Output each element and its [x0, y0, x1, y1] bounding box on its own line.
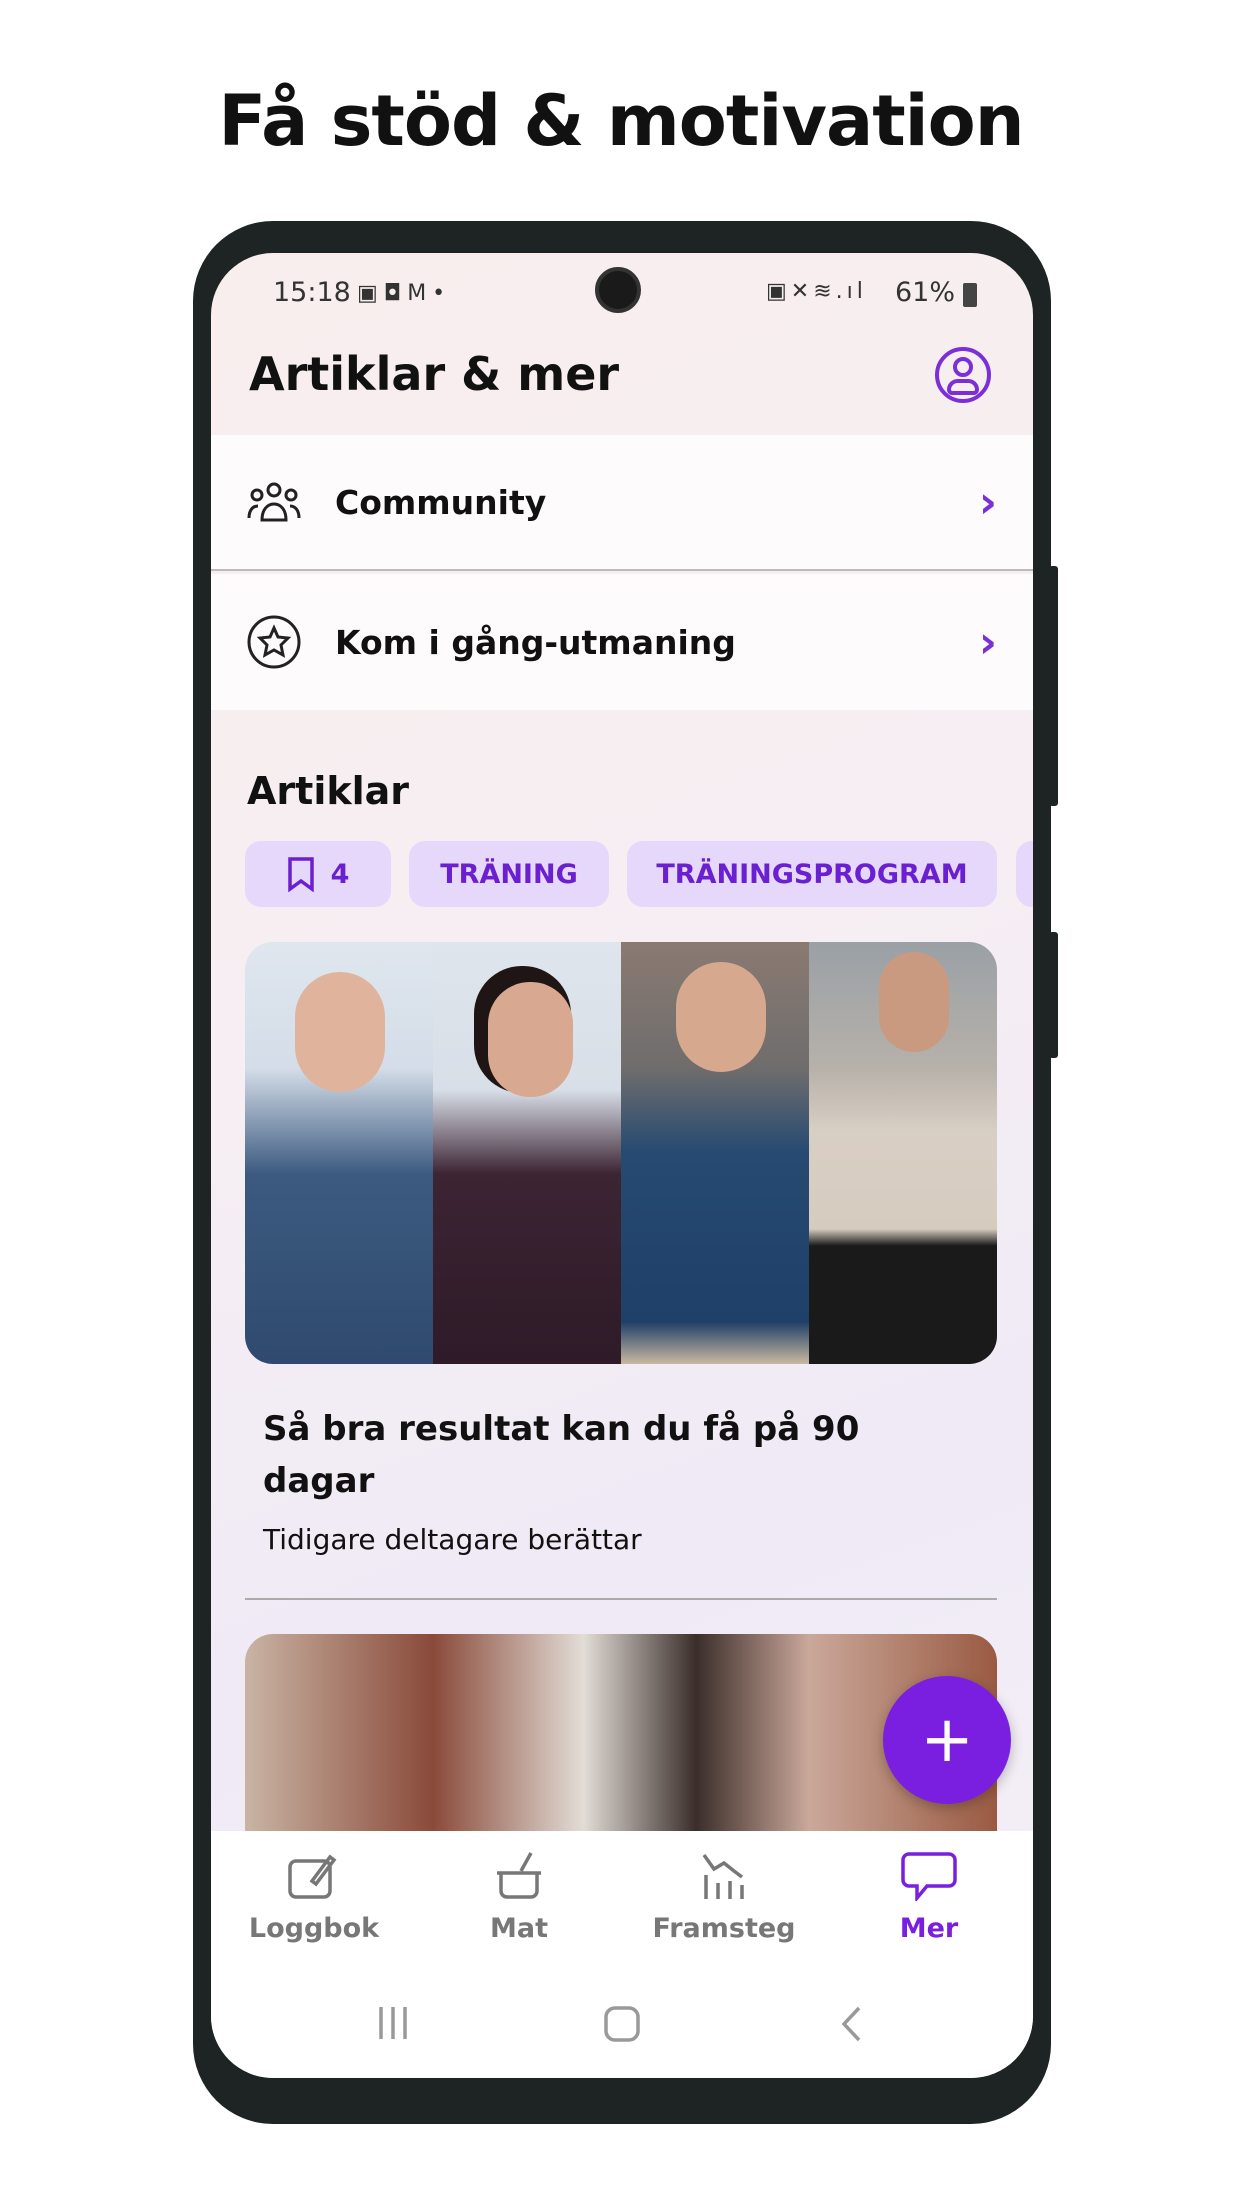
menu-item-label: Community: [335, 482, 547, 522]
battery-level: 61%: [895, 277, 956, 308]
chip-label: TRÄNINGSPROGRAM: [656, 858, 968, 890]
system-icons: ▣✕≋.ıl: [766, 279, 867, 304]
screen: 15:18 ▣◘Ⅿ• ▣✕≋.ıl 61% Artiklar & mer Com…: [211, 253, 1033, 2078]
nav-label: Framsteg: [652, 1913, 796, 1944]
chat-bubble-icon: [901, 1852, 957, 1901]
headline: Få stöd & motivation: [218, 80, 1024, 162]
pot-icon: [497, 1852, 541, 1899]
nav-mer[interactable]: Mer: [839, 1851, 1019, 1944]
article-title[interactable]: Så bra resultat kan du få på 90 dagar: [263, 1403, 923, 1507]
bookmark-icon: [287, 857, 314, 892]
chip-more[interactable]: [1016, 841, 1033, 907]
chip-traningsprogram[interactable]: TRÄNINGSPROGRAM: [627, 841, 997, 907]
chip-traning[interactable]: TRÄNING: [409, 841, 609, 907]
people-icon: [245, 473, 303, 531]
recent-apps-button[interactable]: [375, 2005, 411, 2045]
chevron-right-icon: ›: [978, 476, 997, 528]
add-button[interactable]: +: [883, 1676, 1011, 1804]
camera-cutout: [595, 267, 641, 313]
home-button[interactable]: [603, 2005, 641, 2047]
menu-item-kom-i-gang[interactable]: Kom i gång-utmaning ›: [211, 574, 1033, 710]
notebook-pen-icon: [288, 1854, 337, 1899]
divider: [245, 1598, 997, 1600]
nav-label: Loggbok: [248, 1913, 380, 1944]
nav-label: Mer: [899, 1913, 959, 1944]
section-heading-artiklar: Artiklar: [247, 769, 410, 813]
status-time: 15:18: [273, 277, 351, 308]
battery-icon: [963, 283, 977, 307]
back-button[interactable]: [839, 2005, 863, 2047]
bottom-nav: Loggbok Mat Framsteg Mer: [211, 1831, 1033, 2078]
phone-frame: 15:18 ▣◘Ⅿ• ▣✕≋.ıl 61% Artiklar & mer Com…: [193, 221, 1051, 2124]
chevron-right-icon: ›: [978, 616, 997, 668]
article-subtitle: Tidigare deltagare berättar: [263, 1523, 642, 1556]
chart-progress-icon: [702, 1853, 744, 1899]
star-icon: [245, 613, 303, 671]
chip-label: TRÄNING: [440, 858, 578, 890]
nav-mat[interactable]: Mat: [429, 1851, 609, 1944]
menu-item-community[interactable]: Community ›: [211, 435, 1033, 571]
chip-bookmarks[interactable]: 4: [245, 841, 391, 907]
nav-framsteg[interactable]: Framsteg: [634, 1851, 814, 1944]
notification-icons: ▣◘Ⅿ•: [357, 281, 452, 306]
page-title: Artiklar & mer: [249, 347, 620, 401]
chip-label: 4: [330, 858, 350, 890]
nav-label: Mat: [490, 1913, 548, 1944]
profile-icon[interactable]: [935, 347, 991, 403]
nav-loggbok[interactable]: Loggbok: [224, 1851, 404, 1944]
article-image[interactable]: [245, 942, 997, 1364]
menu-item-label: Kom i gång-utmaning: [335, 622, 736, 662]
